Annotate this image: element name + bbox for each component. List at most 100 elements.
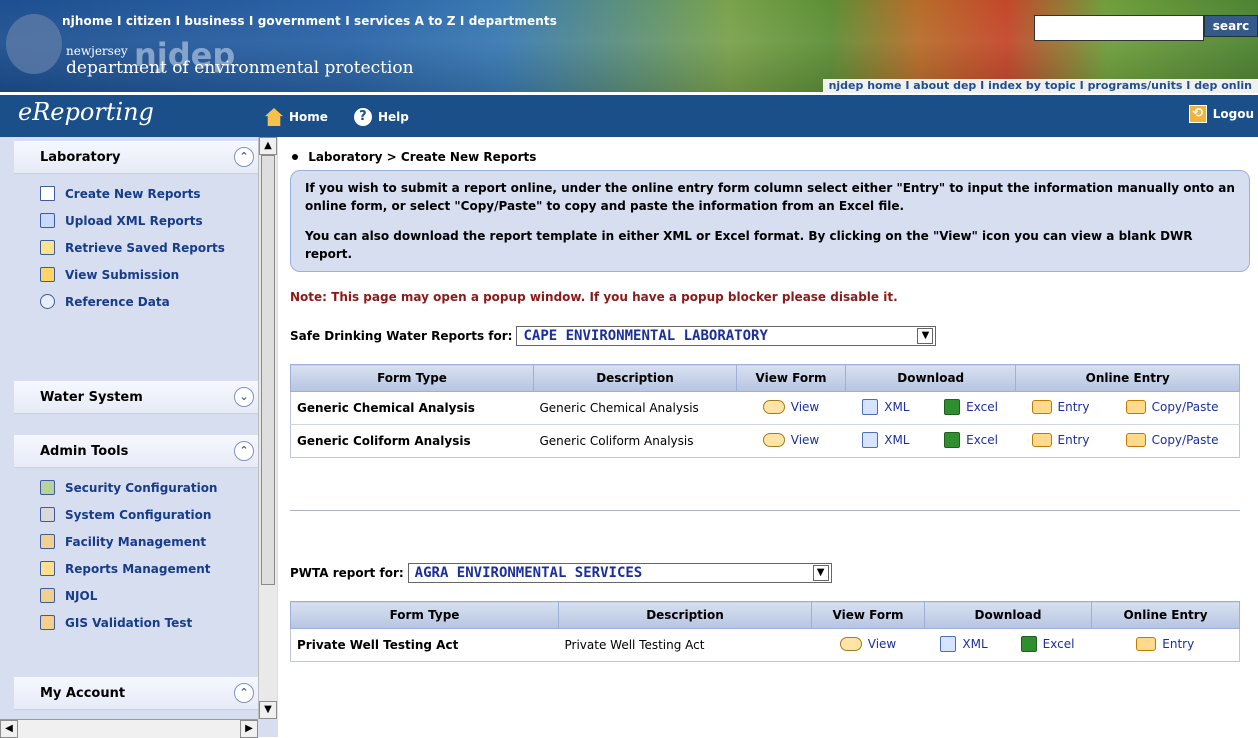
view-link[interactable]: View — [839, 636, 897, 651]
copy-paste-link[interactable]: Copy/Paste — [1125, 432, 1218, 447]
sidebar-item-njol[interactable]: NJOL — [14, 582, 260, 609]
sidebar-item-upload-xml-reports[interactable]: Upload XML Reports — [14, 207, 260, 234]
home-link[interactable]: Home — [265, 108, 328, 126]
sidebar-item-reference-data[interactable]: Reference Data — [14, 288, 260, 315]
excel-download-link[interactable]: Excel — [944, 398, 998, 415]
sidebar-item-label: Security Configuration — [65, 480, 218, 495]
header-form-type: Form Type — [290, 601, 559, 629]
app-header: eReporting Home ? Help ⟲ Logou — [0, 95, 1258, 137]
sub-navigation: njdep home I about dep I index by topic … — [822, 79, 1258, 93]
excel-label: Excel — [966, 399, 998, 414]
xml-cell: XML — [924, 628, 1004, 662]
expand-icon[interactable]: ⌄ — [234, 387, 254, 407]
section-header[interactable]: Water System ⌄ — [14, 381, 260, 414]
logout-link[interactable]: ⟲ Logou — [1188, 105, 1254, 123]
xml-label: XML — [884, 432, 910, 447]
scroll-right-icon[interactable]: ▶ — [240, 720, 258, 738]
collapse-icon[interactable]: ⌃ — [234, 441, 254, 461]
help-link[interactable]: ? Help — [353, 108, 409, 126]
pwta-lab-select[interactable]: AGRA ENVIRONMENTAL SERVICES ▼ — [407, 563, 832, 583]
top-nav-separator: I — [248, 14, 254, 28]
view-label: View — [867, 636, 897, 651]
sidebar-item-view-submission[interactable]: View Submission — [14, 261, 260, 288]
top-nav-government[interactable]: government — [258, 14, 341, 28]
sdw-report-selector-row: Safe Drinking Water Reports for: CAPE EN… — [290, 326, 1252, 346]
sidebar-item-retrieve-saved-reports[interactable]: Retrieve Saved Reports — [14, 234, 260, 261]
sub-nav-home[interactable]: njdep home — [829, 79, 902, 92]
tools-icon — [40, 507, 55, 522]
view-link[interactable]: View — [762, 399, 819, 414]
home-icon — [265, 108, 283, 126]
entry-link[interactable]: Entry — [1031, 432, 1089, 447]
sub-nav-programs[interactable]: programs/units — [1088, 79, 1183, 92]
top-nav-departments[interactable]: departments — [469, 14, 557, 28]
section-header[interactable]: Admin Tools ⌃ — [14, 435, 260, 468]
bullet-icon — [292, 153, 298, 160]
copy-paste-link[interactable]: Copy/Paste — [1125, 399, 1218, 414]
scroll-down-icon[interactable]: ▼ — [259, 701, 277, 719]
home-label: Home — [289, 110, 328, 124]
njdep-prefix: newjersey — [66, 44, 128, 58]
xml-download-link[interactable]: XML — [862, 398, 910, 415]
sidebar-item-facility-management[interactable]: Facility Management — [14, 528, 260, 555]
sidebar-item-security-configuration[interactable]: Security Configuration — [14, 474, 260, 501]
sub-nav-about[interactable]: about dep — [913, 79, 976, 92]
info-paragraph: You can also download the report templat… — [305, 229, 1193, 261]
sdw-lab-selected: CAPE ENVIRONMENTAL LABORATORY — [523, 328, 768, 344]
hand-icon — [40, 534, 55, 549]
sub-nav-separator: I — [905, 79, 910, 92]
view-icon — [762, 432, 785, 447]
sidebar-item-label: Upload XML Reports — [65, 213, 203, 228]
excel-download-link[interactable]: Excel — [1020, 635, 1074, 652]
section-body: Security Configuration System Configurat… — [14, 468, 260, 644]
top-nav-njhome[interactable]: njhome — [62, 14, 113, 28]
scroll-left-icon[interactable]: ◀ — [0, 720, 18, 738]
sidebar-horizontal-scrollbar[interactable]: ◀ ▶ — [0, 719, 258, 738]
top-nav-separator: I — [459, 14, 465, 28]
scroll-up-icon[interactable]: ▲ — [259, 137, 277, 155]
section-header[interactable]: My Account ⌃ — [14, 677, 260, 710]
excel-cell: Excel — [926, 391, 1016, 425]
dropdown-arrow-icon[interactable]: ▼ — [812, 565, 829, 581]
top-nav-separator: I — [116, 14, 122, 28]
view-label: View — [790, 432, 820, 447]
sidebar-item-gis-validation-test[interactable]: GIS Validation Test — [14, 609, 260, 636]
dropdown-arrow-icon[interactable]: ▼ — [917, 328, 934, 344]
entry-link[interactable]: Entry — [1136, 636, 1194, 651]
xml-download-link[interactable]: XML — [862, 431, 910, 448]
sidebar-item-reports-management[interactable]: Reports Management — [14, 555, 260, 582]
excel-download-link[interactable]: Excel — [944, 431, 998, 448]
sidebar-item-label: Create New Reports — [65, 186, 201, 201]
logout-label: Logou — [1212, 107, 1254, 121]
top-nav-business[interactable]: business — [184, 14, 244, 28]
copy-paste-icon — [1125, 399, 1146, 414]
excel-icon — [1020, 635, 1037, 652]
sub-nav-dep-online[interactable]: dep onlin — [1194, 79, 1252, 92]
xml-download-link[interactable]: XML — [940, 635, 988, 652]
top-navigation: njhome I citizen I business I government… — [62, 14, 557, 28]
section-header[interactable]: Laboratory ⌃ — [14, 141, 260, 174]
sidebar-section-admin-tools: Admin Tools ⌃ Security Configuration Sys… — [14, 431, 260, 644]
top-nav-citizen[interactable]: citizen — [126, 14, 171, 28]
collapse-icon[interactable]: ⌃ — [234, 683, 254, 703]
people-icon — [40, 480, 55, 495]
search-button[interactable]: searc — [1204, 15, 1258, 37]
info-box: If you wish to submit a report online, u… — [290, 170, 1250, 272]
entry-icon — [1031, 432, 1052, 447]
sub-nav-index[interactable]: index by topic — [988, 79, 1076, 92]
chart-icon — [40, 561, 55, 576]
search-input[interactable] — [1034, 15, 1204, 41]
sdw-lab-select[interactable]: CAPE ENVIRONMENTAL LABORATORY ▼ — [516, 326, 937, 346]
sidebar-item-system-configuration[interactable]: System Configuration — [14, 501, 260, 528]
sidebar-vertical-scrollbar[interactable]: ▲ ▼ — [258, 137, 277, 719]
view-link[interactable]: View — [762, 432, 820, 447]
excel-label: Excel — [966, 432, 998, 447]
form-type-cell: Private Well Testing Act — [290, 628, 559, 662]
collapse-icon[interactable]: ⌃ — [234, 147, 254, 167]
scroll-thumb[interactable] — [261, 155, 275, 585]
sidebar-item-create-new-reports[interactable]: Create New Reports — [14, 180, 260, 207]
top-nav-services[interactable]: services A to Z — [354, 14, 456, 28]
nj-seal-icon — [6, 14, 62, 74]
entry-link[interactable]: Entry — [1031, 399, 1089, 414]
top-nav-separator: I — [345, 14, 350, 28]
